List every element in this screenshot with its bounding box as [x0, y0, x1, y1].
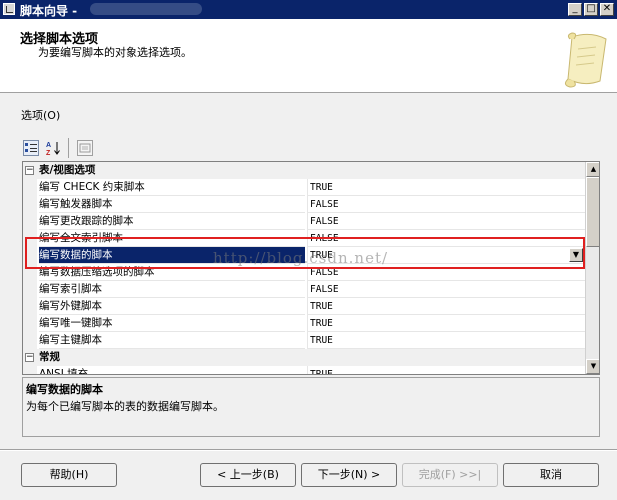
- scroll-thumb[interactable]: [586, 177, 599, 247]
- property-pages-icon: [79, 143, 91, 153]
- svg-text:Z: Z: [46, 150, 51, 156]
- property-value[interactable]: TRUE: [307, 298, 588, 315]
- property-value[interactable]: FALSE: [307, 281, 588, 298]
- categorized-icon: [25, 143, 37, 152]
- title-bar: 脚本向导 - _ □ ✕: [0, 0, 617, 19]
- options-label: 选项(O): [21, 109, 61, 122]
- svg-text:A: A: [46, 142, 51, 149]
- property-value[interactable]: TRUE: [307, 179, 588, 196]
- property-row[interactable]: 编写触发器脚本 FALSE: [23, 196, 588, 213]
- property-value[interactable]: FALSE: [307, 196, 588, 213]
- categorized-view-button[interactable]: [23, 140, 39, 156]
- window-title: 脚本向导 -: [20, 4, 78, 18]
- toolbar-separator: [68, 138, 69, 158]
- property-pages-button[interactable]: [77, 140, 93, 156]
- description-title: 编写数据的脚本: [26, 383, 103, 396]
- property-name: 编写唯一键脚本: [39, 315, 305, 332]
- maximize-button[interactable]: □: [584, 3, 598, 16]
- scroll-up-icon[interactable]: ▲: [586, 162, 599, 177]
- category-label: 表/视图选项: [39, 164, 96, 176]
- next-button[interactable]: 下一步(N) >: [301, 463, 397, 487]
- minimize-button[interactable]: _: [568, 3, 582, 16]
- app-icon: [3, 3, 15, 15]
- close-button[interactable]: ✕: [600, 3, 614, 16]
- property-value[interactable]: TRUE: [307, 332, 588, 349]
- property-name: 编写更改跟踪的脚本: [39, 213, 305, 230]
- cancel-button[interactable]: 取消: [503, 463, 599, 487]
- back-button[interactable]: < 上一步(B): [200, 463, 296, 487]
- property-row[interactable]: ANSI 填充 TRUE: [23, 366, 588, 374]
- description-panel: 编写数据的脚本 为每个已编写脚本的表的数据编写脚本。: [22, 377, 600, 437]
- property-name: 编写索引脚本: [39, 281, 305, 298]
- property-value[interactable]: TRUE: [307, 366, 588, 374]
- wizard-header: 选择脚本选项 为要编写脚本的对象选择选项。: [0, 19, 617, 93]
- property-name: 编写外键脚本: [39, 298, 305, 315]
- watermark-text: http://blog.csdn.net/: [213, 249, 389, 267]
- sort-alpha-icon: A Z: [46, 142, 60, 157]
- category-row-general[interactable]: − 常规: [23, 349, 585, 366]
- collapse-toggle-icon[interactable]: −: [25, 353, 34, 362]
- property-value[interactable]: TRUE: [307, 315, 588, 332]
- collapse-toggle-icon[interactable]: −: [25, 166, 34, 175]
- vertical-scrollbar[interactable]: ▲ ▼: [585, 162, 599, 374]
- category-row-table-view-options[interactable]: − 表/视图选项: [23, 162, 585, 179]
- help-button[interactable]: 帮助(H): [21, 463, 117, 487]
- category-label: 常规: [39, 351, 60, 363]
- redacted-title-segment: [90, 3, 202, 15]
- scroll-down-icon[interactable]: ▼: [586, 359, 599, 374]
- property-row[interactable]: 编写外键脚本 TRUE: [23, 298, 588, 315]
- alphabetical-sort-button[interactable]: A Z: [45, 140, 61, 157]
- property-name: ANSI 填充: [39, 366, 305, 374]
- property-row[interactable]: 编写索引脚本 FALSE: [23, 281, 588, 298]
- page-subtitle: 为要编写脚本的对象选择选项。: [38, 46, 192, 59]
- finish-button[interactable]: 完成(F) >>|: [402, 463, 498, 487]
- property-row[interactable]: 编写唯一键脚本 TRUE: [23, 315, 588, 332]
- property-value[interactable]: FALSE: [307, 213, 588, 230]
- property-row[interactable]: 编写更改跟踪的脚本 FALSE: [23, 213, 588, 230]
- footer-divider: [0, 449, 617, 451]
- property-name: 编写主键脚本: [39, 332, 305, 349]
- scroll-icon: [564, 32, 607, 88]
- property-row[interactable]: 编写 CHECK 约束脚本 TRUE: [23, 179, 588, 196]
- property-row[interactable]: 编写主键脚本 TRUE: [23, 332, 588, 349]
- description-text: 为每个已编写脚本的表的数据编写脚本。: [26, 400, 224, 413]
- property-name: 编写触发器脚本: [39, 196, 305, 213]
- property-name: 编写 CHECK 约束脚本: [39, 179, 305, 196]
